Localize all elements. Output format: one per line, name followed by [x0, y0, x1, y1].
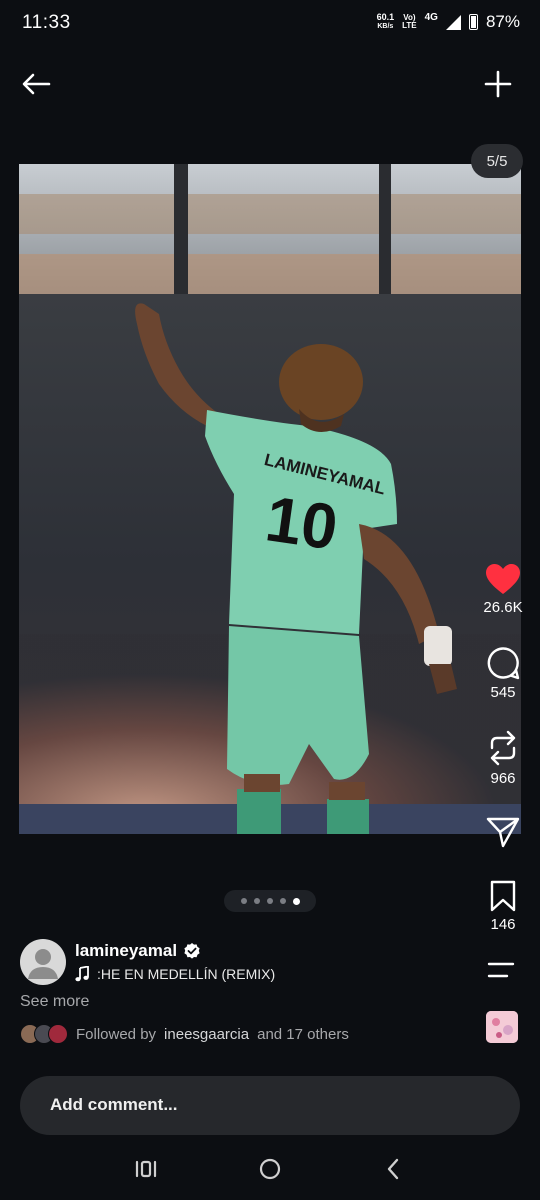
music-note-icon — [75, 966, 89, 982]
verified-badge-icon — [184, 943, 200, 959]
album-art-icon — [486, 1011, 518, 1043]
followed-suffix: and 17 others — [257, 1025, 349, 1043]
save-count: 146 — [490, 916, 516, 933]
battery-level: 87% — [485, 12, 520, 31]
home-circle-icon — [259, 1158, 281, 1180]
followed-user[interactable]: ineesgaarcia — [164, 1026, 249, 1043]
arrow-left-icon — [22, 73, 51, 95]
avatar[interactable] — [20, 939, 66, 985]
save-action[interactable]: 146 — [466, 880, 540, 933]
repost-count: 966 — [490, 770, 516, 787]
home-button[interactable] — [255, 1154, 285, 1184]
network-type: 4G — [424, 12, 438, 23]
status-bar: 11:33 60.1 KB/s Vo) LTE 4G 87% — [0, 0, 540, 46]
slide-counter: 5/5 — [471, 144, 523, 178]
menu-lines-icon — [487, 962, 515, 978]
carousel-dot — [253, 898, 260, 904]
player-photo: LAMINEYAMAL 10 — [19, 164, 521, 834]
add-button[interactable] — [478, 64, 518, 104]
post-photo[interactable]: LAMINEYAMAL 10 — [19, 164, 521, 834]
plus-icon — [484, 70, 512, 98]
default-avatar-icon — [28, 949, 58, 979]
send-icon — [486, 817, 520, 848]
share-button[interactable] — [466, 816, 540, 848]
comment-placeholder: Add comment... — [50, 1095, 178, 1114]
see-more-link[interactable]: See more — [20, 993, 89, 1011]
like-action[interactable]: 26.6K — [466, 563, 540, 616]
more-options-button[interactable] — [487, 962, 515, 983]
like-count: 26.6K — [483, 599, 523, 616]
comment-count: 545 — [490, 684, 516, 701]
system-nav-bar — [0, 1140, 540, 1200]
carousel-dot-active — [292, 897, 300, 905]
carousel-dot — [240, 898, 247, 904]
signal-icon — [445, 14, 461, 30]
recents-icon — [135, 1160, 157, 1178]
comment-bubble-icon — [487, 647, 520, 680]
follower-avatars — [20, 1024, 68, 1044]
carousel-dot — [279, 898, 286, 904]
chevron-left-icon — [387, 1158, 399, 1180]
carousel-dot — [266, 898, 273, 904]
heart-icon — [486, 564, 520, 594]
net-speed: 60.1 KB/s — [376, 12, 395, 31]
top-bar — [0, 58, 540, 108]
audio-thumbnail[interactable] — [486, 1011, 518, 1043]
follower-avatar — [48, 1024, 68, 1044]
comment-action[interactable]: 545 — [466, 646, 540, 701]
volte-indicator: Vo) LTE — [402, 13, 417, 30]
recent-apps-button[interactable] — [131, 1154, 161, 1184]
username-row[interactable]: lamineyamal — [75, 941, 201, 961]
music-row[interactable]: :HE EN MEDELLÍN (REMIX) — [75, 966, 275, 982]
bookmark-icon — [490, 880, 516, 912]
followed-by[interactable]: Followed by ineesgaarcia and 17 others — [20, 1024, 349, 1044]
repost-icon — [490, 730, 516, 766]
carousel-dots — [224, 890, 316, 912]
comment-input[interactable]: Add comment... — [20, 1076, 520, 1135]
followed-prefix: Followed by — [76, 1025, 157, 1043]
system-back-button[interactable] — [378, 1154, 408, 1184]
jersey-number: 10 — [261, 482, 342, 563]
status-icons: 60.1 KB/s Vo) LTE 4G 87% — [377, 12, 520, 32]
repost-action[interactable]: 966 — [466, 730, 540, 787]
status-time: 11:33 — [22, 12, 71, 33]
username[interactable]: lamineyamal — [75, 941, 177, 961]
battery-icon — [468, 14, 478, 30]
back-button[interactable] — [16, 64, 56, 104]
music-title: :HE EN MEDELLÍN (REMIX) — [97, 966, 276, 982]
